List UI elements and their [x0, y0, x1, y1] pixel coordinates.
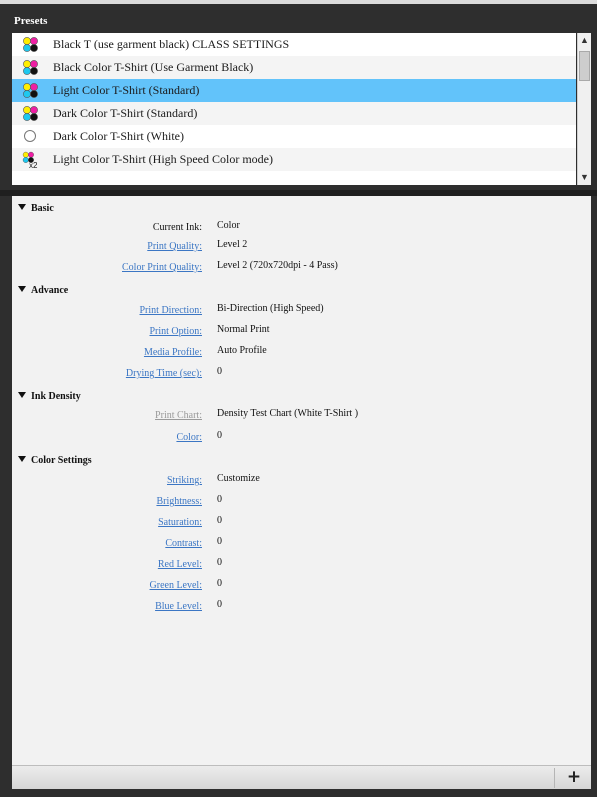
saturation-link[interactable]: Saturation: — [158, 517, 202, 528]
presets-list[interactable]: Black T (use garment black) CLASS SETTIN… — [12, 33, 576, 185]
print-option-link[interactable]: Print Option: — [149, 326, 202, 337]
print-chart-value: Density Test Chart (White T-Shirt ) — [217, 408, 359, 419]
blue-level-value: 0 — [217, 599, 222, 610]
preset-item[interactable]: x2 Light Color T-Shirt (High Speed Color… — [12, 148, 576, 171]
section-advance[interactable]: Advance — [18, 285, 68, 296]
drying-time-row: Drying Time (sec): 0 — [12, 366, 591, 382]
white-circle-icon — [24, 130, 36, 142]
color-print-quality-value: Level 2 (720x720dpi - 4 Pass) — [217, 260, 338, 271]
color-dots-icon — [23, 106, 38, 121]
svg-text:x2: x2 — [29, 161, 38, 169]
ink-color-row: Color: 0 — [12, 430, 591, 446]
striking-value: Customize — [217, 473, 260, 484]
media-profile-link[interactable]: Media Profile: — [144, 347, 202, 358]
contrast-row: Contrast: 0 — [12, 536, 591, 552]
current-ink-value: Color — [217, 220, 240, 231]
media-profile-row: Media Profile: Auto Profile — [12, 345, 591, 361]
brightness-link[interactable]: Brightness: — [156, 496, 202, 507]
collapse-triangle-icon — [18, 392, 26, 398]
drying-time-link[interactable]: Drying Time (sec): — [126, 368, 202, 379]
print-quality-value: Level 2 — [217, 239, 248, 250]
color-dots-x2-icon: x2 — [22, 151, 38, 169]
color-print-quality-row: Color Print Quality: Level 2 (720x720dpi… — [12, 260, 591, 276]
ink-color-link[interactable]: Color: — [176, 432, 202, 443]
presets-scrollbar[interactable]: ▲ ▼ — [577, 33, 591, 185]
color-dots-icon — [23, 83, 38, 98]
preset-item-label: Dark Color T-Shirt (White) — [53, 129, 184, 143]
ink-color-value: 0 — [217, 430, 222, 441]
preset-item-label: Light Color T-Shirt (Standard) — [53, 83, 200, 97]
green-level-row: Green Level: 0 — [12, 578, 591, 594]
red-level-link[interactable]: Red Level: — [158, 559, 202, 570]
color-dots-icon — [23, 60, 38, 75]
collapse-triangle-icon — [18, 204, 26, 210]
preset-item-selected[interactable]: Light Color T-Shirt (Standard) — [12, 79, 576, 102]
section-ink-density[interactable]: Ink Density — [18, 391, 81, 402]
add-button[interactable]: + — [562, 766, 586, 789]
drying-time-value: 0 — [217, 366, 222, 377]
blue-level-link[interactable]: Blue Level: — [155, 601, 202, 612]
scroll-up-icon[interactable]: ▲ — [578, 33, 591, 48]
preset-item-label: Black Color T-Shirt (Use Garment Black) — [53, 60, 254, 74]
print-direction-row: Print Direction: Bi-Direction (High Spee… — [12, 303, 591, 319]
contrast-link[interactable]: Contrast: — [165, 538, 202, 549]
preset-item-label: Light Color T-Shirt (High Speed Color mo… — [53, 152, 273, 166]
color-dots-icon — [23, 37, 38, 52]
color-print-quality-link[interactable]: Color Print Quality: — [122, 262, 202, 273]
green-level-value: 0 — [217, 578, 222, 589]
print-option-value: Normal Print — [217, 324, 270, 335]
preset-item-label: Dark Color T-Shirt (Standard) — [53, 106, 198, 120]
scroll-thumb[interactable] — [579, 51, 590, 81]
scroll-down-icon[interactable]: ▼ — [578, 170, 591, 185]
collapse-triangle-icon — [18, 456, 26, 462]
preset-item[interactable]: Dark Color T-Shirt (White) — [12, 125, 576, 148]
saturation-row: Saturation: 0 — [12, 515, 591, 531]
print-option-row: Print Option: Normal Print — [12, 324, 591, 340]
preset-item[interactable]: Black Color T-Shirt (Use Garment Black) — [12, 56, 576, 79]
brightness-row: Brightness: 0 — [12, 494, 591, 510]
toolbar-separator — [554, 768, 555, 788]
print-direction-value: Bi-Direction (High Speed) — [217, 303, 324, 314]
print-direction-link[interactable]: Print Direction: — [140, 305, 203, 316]
print-chart-link: Print Chart: — [155, 410, 202, 421]
media-profile-value: Auto Profile — [217, 345, 267, 356]
preset-item[interactable]: Black T (use garment black) CLASS SETTIN… — [12, 33, 576, 56]
striking-row: Striking: Customize — [12, 473, 591, 489]
contrast-value: 0 — [217, 536, 222, 547]
current-ink-row: Current Ink: Color — [12, 220, 591, 236]
bottom-toolbar: + — [12, 765, 591, 789]
current-ink-label: Current Ink: — [152, 222, 202, 233]
presets-title: Presets — [14, 15, 48, 27]
print-quality-row: Print Quality: Level 2 — [12, 239, 591, 255]
section-basic[interactable]: Basic — [18, 203, 54, 214]
red-level-value: 0 — [217, 557, 222, 568]
collapse-triangle-icon — [18, 286, 26, 292]
window-top-edge — [0, 0, 597, 4]
print-quality-link[interactable]: Print Quality: — [147, 241, 202, 252]
section-color-settings[interactable]: Color Settings — [18, 455, 92, 466]
saturation-value: 0 — [217, 515, 222, 526]
striking-link[interactable]: Striking: — [167, 475, 202, 486]
settings-panel: Basic Current Ink: Color Print Quality: … — [12, 196, 591, 765]
print-chart-row: Print Chart: Density Test Chart (White T… — [12, 408, 591, 424]
preset-item-label: Black T (use garment black) CLASS SETTIN… — [53, 37, 290, 51]
red-level-row: Red Level: 0 — [12, 557, 591, 573]
green-level-link[interactable]: Green Level: — [150, 580, 202, 591]
preset-item[interactable]: Dark Color T-Shirt (Standard) — [12, 102, 576, 125]
blue-level-row: Blue Level: 0 — [12, 599, 591, 615]
brightness-value: 0 — [217, 494, 222, 505]
